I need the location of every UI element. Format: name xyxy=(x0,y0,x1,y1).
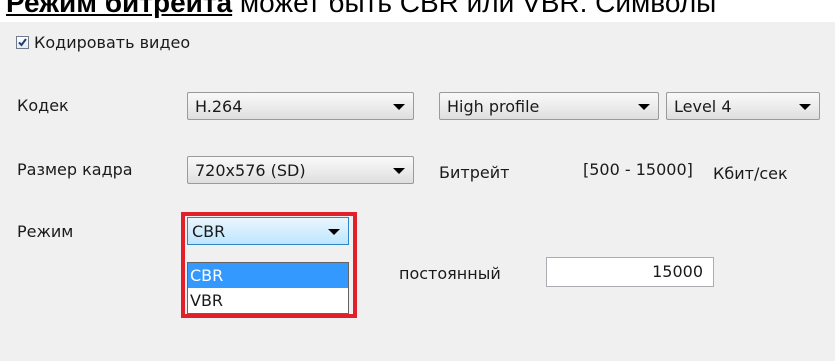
mode-option-vbr[interactable]: VBR xyxy=(188,288,348,313)
chevron-down-icon xyxy=(393,104,405,110)
encode-video-row[interactable]: Кодировать видео xyxy=(16,33,190,52)
chevron-down-icon xyxy=(638,104,650,110)
caption-strip: Режим битрейта может быть CBR или VBR. С… xyxy=(0,0,835,22)
frame-size-select[interactable]: 720x576 (SD) xyxy=(187,156,414,184)
codec-value: H.264 xyxy=(195,96,243,116)
mode-label: Режим xyxy=(17,222,74,241)
chevron-down-icon xyxy=(328,229,340,235)
level-select[interactable]: Level 4 xyxy=(666,92,820,120)
bitrate-value-input[interactable]: 15000 xyxy=(546,257,714,287)
level-value: Level 4 xyxy=(674,96,732,116)
encode-video-checkbox[interactable] xyxy=(16,36,29,49)
caption-rest: может быть CBR или VBR. Символы xyxy=(232,0,717,18)
encode-video-label: Кодировать видео xyxy=(34,33,191,52)
constant-label: постоянный xyxy=(399,264,501,283)
mode-select[interactable]: CBR xyxy=(187,217,349,245)
bitrate-range: [500 - 15000] xyxy=(583,160,693,179)
checkmark-icon xyxy=(18,38,27,47)
frame-size-label: Размер кадра xyxy=(17,160,133,179)
profile-value: High profile xyxy=(447,96,540,116)
mode-value: CBR xyxy=(192,221,226,241)
codec-label: Кодек xyxy=(17,96,69,115)
chevron-down-icon xyxy=(799,104,811,110)
bitrate-label: Битрейт xyxy=(439,163,510,182)
mode-option-cbr[interactable]: CBR xyxy=(188,263,348,288)
caption-highlight: Режим битрейта xyxy=(6,0,233,18)
bitrate-unit: Кбит/сек xyxy=(713,164,788,183)
caption-text: Режим битрейта может быть CBR или VBR. С… xyxy=(6,0,716,19)
profile-select[interactable]: High profile xyxy=(439,92,659,120)
codec-select[interactable]: H.264 xyxy=(187,92,414,120)
chevron-down-icon xyxy=(393,168,405,174)
frame-size-value: 720x576 (SD) xyxy=(195,160,306,180)
mode-dropdown-list[interactable]: CBR VBR xyxy=(187,262,349,314)
